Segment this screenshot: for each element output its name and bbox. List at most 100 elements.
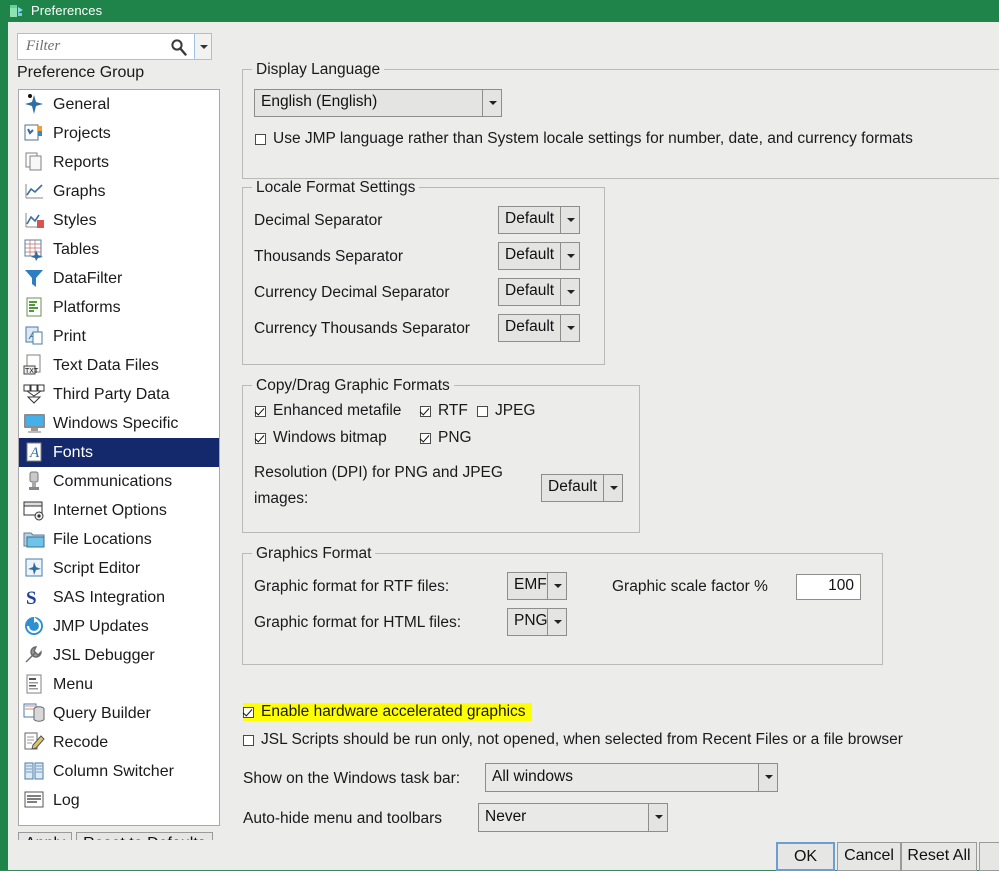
sidebar-item-graphs[interactable]: Graphs: [19, 177, 219, 206]
decimal-separator-combo[interactable]: Default: [498, 206, 580, 234]
decimal-separator-label: Decimal Separator: [254, 212, 383, 229]
sidebar-item-log[interactable]: Log: [19, 786, 219, 815]
sidebar-item-sas-integration[interactable]: S SAS Integration: [19, 583, 219, 612]
sidebar-item-label: DataFilter: [53, 270, 123, 287]
graphic-scale-factor-input[interactable]: 100: [796, 574, 861, 600]
currency-decimal-separator-combo[interactable]: Default: [498, 278, 580, 306]
styles-chart-icon: [23, 209, 47, 232]
chevron-down-icon: [200, 45, 208, 49]
window-titlebar: Preferences: [0, 0, 999, 22]
enable-hardware-accelerated-graphics-checkbox[interactable]: Enable hardware accelerated graphics: [243, 703, 532, 721]
sidebar-item-label: General: [53, 96, 110, 113]
filter-placeholder: Filter: [26, 38, 61, 54]
resolution-dpi-label-line2: images:: [254, 490, 309, 507]
thousands-separator-combo[interactable]: Default: [498, 242, 580, 270]
copy-drag-group-title: Copy/Drag Graphic Formats: [252, 377, 454, 395]
reset-all-button[interactable]: Reset All: [901, 842, 977, 871]
svg-text:TXT: TXT: [25, 368, 39, 375]
enhanced-metafile-checkbox[interactable]: Enhanced metafile: [255, 402, 401, 420]
search-icon[interactable]: [170, 38, 188, 56]
sidebar-item-styles[interactable]: Styles: [19, 206, 219, 235]
sidebar-item-recode[interactable]: Recode: [19, 728, 219, 757]
help-button[interactable]: He: [979, 842, 999, 871]
filter-input[interactable]: Filter: [17, 33, 195, 60]
data-table-icon: [23, 238, 47, 261]
rtf-format-combo[interactable]: EMF: [507, 572, 567, 600]
sidebar-item-projects[interactable]: Projects: [19, 119, 219, 148]
display-language-group: Display Language English (English) Use J…: [242, 61, 999, 179]
checkbox-box: [255, 433, 266, 444]
sidebar-item-datafilter[interactable]: DataFilter: [19, 264, 219, 293]
sidebar-item-label: Query Builder: [53, 705, 151, 722]
thousands-separator-label: Thousands Separator: [254, 248, 404, 265]
enable-hardware-accelerated-graphics-label: Enable hardware accelerated graphics: [261, 703, 526, 720]
png-checkbox[interactable]: PNG: [420, 429, 472, 447]
chevron-down-icon[interactable]: [648, 804, 667, 831]
resolution-dpi-combo[interactable]: Default: [541, 474, 623, 502]
rtf-checkbox[interactable]: RTF: [420, 402, 468, 420]
sidebar-item-windows-specific[interactable]: Windows Specific: [19, 409, 219, 438]
windows-taskbar-combo[interactable]: All windows: [485, 763, 778, 792]
currency-thousands-separator-combo[interactable]: Default: [498, 314, 580, 342]
chevron-down-icon[interactable]: [547, 573, 566, 599]
rtf-label: RTF: [438, 402, 468, 419]
chevron-down-icon[interactable]: [758, 764, 777, 791]
enhanced-metafile-label: Enhanced metafile: [273, 402, 402, 419]
filter-dropdown-button[interactable]: [195, 33, 212, 60]
sidebar-item-file-locations[interactable]: File Locations: [19, 525, 219, 554]
sidebar-item-jmp-updates[interactable]: JMP Updates: [19, 612, 219, 641]
checkbox-box: [255, 406, 266, 417]
html-format-combo[interactable]: PNG: [507, 608, 567, 636]
sidebar-item-script-editor[interactable]: Script Editor: [19, 554, 219, 583]
sidebar-item-menu[interactable]: Menu: [19, 670, 219, 699]
jsl-scripts-run-only-checkbox[interactable]: JSL Scripts should be run only, not open…: [243, 731, 903, 749]
sidebar-item-tables[interactable]: Tables: [19, 235, 219, 264]
monitor-icon: [23, 412, 47, 435]
cancel-button[interactable]: Cancel: [837, 842, 901, 871]
sidebar-item-fonts[interactable]: A Fonts: [19, 438, 219, 467]
chevron-down-icon[interactable]: [482, 90, 501, 116]
window-client: Filter Preference Group General Projects R…: [8, 22, 999, 871]
display-language-combo[interactable]: English (English): [254, 89, 502, 117]
windows-bitmap-checkbox[interactable]: Windows bitmap: [255, 429, 387, 447]
sidebar-item-column-switcher[interactable]: Column Switcher: [19, 757, 219, 786]
chevron-down-icon[interactable]: [560, 207, 579, 233]
sidebar-item-jsl-debugger[interactable]: JSL Debugger: [19, 641, 219, 670]
graphics-format-group: Graphics Format Graphic format for RTF f…: [242, 545, 883, 665]
chevron-down-icon[interactable]: [547, 609, 566, 635]
html-format-value: PNG: [514, 612, 548, 629]
sidebar-item-internet-options[interactable]: Internet Options: [19, 496, 219, 525]
sidebar-item-label: Styles: [53, 212, 97, 229]
chevron-down-icon[interactable]: [560, 279, 579, 305]
ok-button[interactable]: OK: [776, 842, 835, 871]
use-jmp-language-checkbox[interactable]: Use JMP language rather than System loca…: [255, 130, 913, 148]
sidebar-item-general[interactable]: General: [19, 90, 219, 119]
txt-file-icon: TXT: [23, 354, 47, 377]
sidebar-item-reports[interactable]: Reports: [19, 148, 219, 177]
jpeg-checkbox[interactable]: JPEG: [477, 402, 535, 420]
platforms-document-icon: [23, 296, 47, 319]
chevron-down-icon[interactable]: [603, 475, 622, 501]
use-jmp-language-label: Use JMP language rather than System loca…: [273, 130, 913, 147]
preference-group-list[interactable]: General Projects Reports Graphs Styles Tables…: [18, 89, 220, 826]
sidebar-item-print[interactable]: A Print: [19, 322, 219, 351]
graphic-scale-factor-label: Graphic scale factor %: [612, 578, 768, 595]
auto-hide-combo[interactable]: Never: [478, 803, 668, 832]
jsl-scripts-run-only-label: JSL Scripts should be run only, not open…: [261, 731, 903, 748]
sidebar-item-label: Graphs: [53, 183, 106, 200]
windows-taskbar-value: All windows: [492, 768, 573, 785]
sidebar-item-text-data-files[interactable]: TXT Text Data Files: [19, 351, 219, 380]
sidebar-item-third-party-data[interactable]: Third Party Data: [19, 380, 219, 409]
currency-thousands-separator-value: Default: [505, 318, 555, 335]
currency-decimal-separator-value: Default: [505, 282, 555, 299]
sidebar-item-query-builder[interactable]: Query Builder: [19, 699, 219, 728]
star-burst-icon: [23, 93, 47, 116]
sidebar-item-platforms[interactable]: Platforms: [19, 293, 219, 322]
funnel-icon: [23, 267, 47, 290]
chevron-down-icon[interactable]: [560, 315, 579, 341]
chevron-down-icon[interactable]: [560, 243, 579, 269]
sidebar-item-communications[interactable]: Communications: [19, 467, 219, 496]
preferences-window: Preferences Filter Preference Group Gene…: [0, 0, 999, 871]
windows-bitmap-label: Windows bitmap: [273, 429, 387, 446]
html-format-label: Graphic format for HTML files:: [254, 614, 462, 631]
